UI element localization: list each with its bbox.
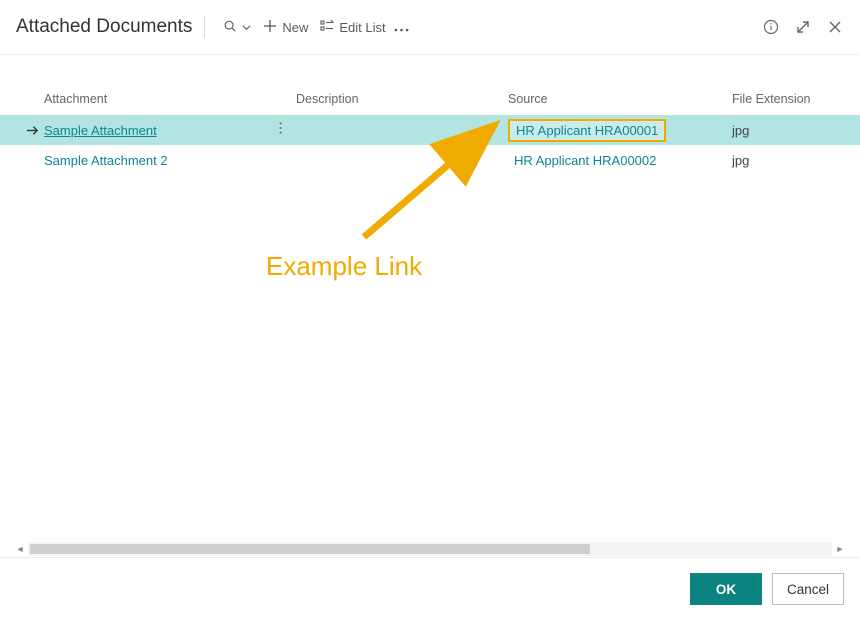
content-area: Attachment Description Source File Exten…	[0, 54, 860, 558]
new-label: New	[282, 20, 308, 35]
more-actions-button[interactable]	[392, 16, 411, 39]
attachment-link[interactable]: Sample Attachment	[44, 123, 157, 138]
search-icon	[223, 19, 237, 36]
table: Attachment Description Source File Exten…	[0, 55, 860, 175]
column-header-description[interactable]: Description	[296, 92, 508, 106]
edit-list-button[interactable]: Edit List	[314, 15, 391, 40]
info-button[interactable]	[762, 18, 780, 36]
close-button[interactable]	[826, 18, 844, 36]
attachment-link[interactable]: Sample Attachment 2	[44, 153, 168, 168]
plus-icon	[263, 19, 277, 36]
toolbar: Attached Documents New Edit List	[0, 0, 860, 54]
scroll-thumb[interactable]	[30, 544, 590, 554]
column-header-file-extension[interactable]: File Extension	[732, 92, 832, 106]
footer: OK Cancel	[0, 558, 860, 620]
new-button[interactable]: New	[257, 15, 314, 40]
scroll-left-arrow-icon[interactable]: ◄	[12, 542, 28, 556]
cancel-button[interactable]: Cancel	[772, 573, 844, 605]
horizontal-scrollbar[interactable]: ◄ ►	[12, 541, 848, 557]
column-header-source[interactable]: Source	[508, 92, 732, 106]
file-ext-cell: jpg	[732, 123, 832, 138]
edit-list-icon	[320, 19, 334, 36]
page-title: Attached Documents	[16, 16, 192, 38]
chevron-down-icon	[242, 20, 251, 35]
table-row[interactable]: Sample Attachment 2 HR Applicant HRA0000…	[0, 145, 860, 175]
source-link[interactable]: HR Applicant HRA00002	[508, 151, 662, 170]
annotation-label: Example Link	[266, 251, 422, 282]
edit-list-label: Edit List	[339, 20, 385, 35]
row-indicator-arrow-icon	[20, 124, 44, 137]
source-link[interactable]: HR Applicant HRA00001	[508, 119, 666, 142]
expand-button[interactable]	[794, 18, 812, 36]
ok-button[interactable]: OK	[690, 573, 762, 605]
scroll-track[interactable]	[28, 542, 832, 556]
column-header-attachment[interactable]: Attachment	[44, 92, 296, 106]
ellipsis-icon	[394, 20, 409, 35]
search-button[interactable]	[217, 15, 257, 40]
divider	[204, 16, 205, 38]
table-row[interactable]: Sample Attachment HR Applicant HRA00001 …	[0, 115, 860, 145]
table-header-row: Attachment Description Source File Exten…	[0, 83, 860, 115]
row-actions-button[interactable]	[274, 121, 286, 138]
scroll-right-arrow-icon[interactable]: ►	[832, 542, 848, 556]
file-ext-cell: jpg	[732, 153, 832, 168]
window-controls	[762, 0, 844, 54]
